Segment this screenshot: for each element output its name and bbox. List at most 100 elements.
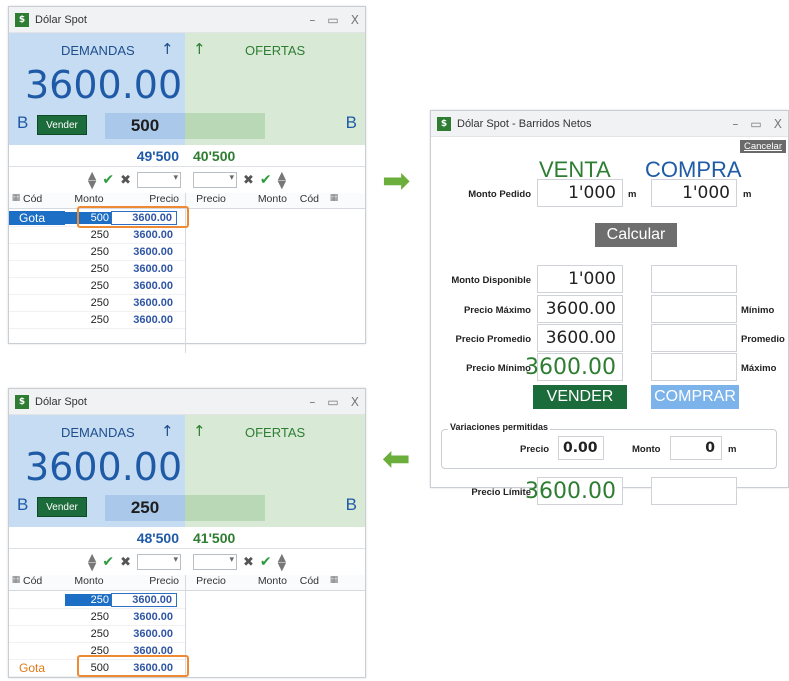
precio-var-input[interactable]: 0.00 [558,436,604,460]
precio-maximo-compra [651,353,737,381]
table-row[interactable]: 250 3600.00 [9,312,185,329]
last-price: 3600.00 [25,445,183,489]
col-cod-offer[interactable]: Cód [287,575,319,590]
col-precio-offer[interactable]: Precio [185,193,235,208]
close-icon[interactable]: X [351,395,359,409]
demand-filter-dropdown[interactable] [137,554,181,570]
monto-disponible-label: Monto Disponible [451,275,531,286]
order-book-window-bottom: $ Dólar Spot – ▭ X DEMANDAS ↑ 3600.00 B … [8,388,366,678]
title-bar[interactable]: $ Dólar Spot - Barridos Netos – ▭ X [431,111,788,137]
check-icon[interactable]: ✔ [102,172,114,188]
table-row[interactable]: 250 3600.00 [9,609,185,626]
precio-limite-venta[interactable]: 3600.00 [525,477,623,505]
check-icon[interactable]: ✔ [260,172,272,188]
col-cod-offer[interactable]: Cód [287,193,319,208]
precio-minimo-label: Precio Mínimo [466,363,531,374]
demand-filter-dropdown[interactable] [137,172,181,188]
calcular-button[interactable]: Calcular [595,223,677,247]
grid-icon[interactable]: ▦ [9,575,23,590]
offer-filter-dropdown[interactable] [193,554,237,570]
sort-icon[interactable]: ▲ ▼ [88,170,96,190]
title-bar[interactable]: $ Dólar Spot – ▭ X [9,389,365,415]
maximize-icon[interactable]: ▭ [327,13,338,27]
check-icon[interactable]: ✔ [102,554,114,570]
clear-icon[interactable]: ✖ [120,555,131,570]
table-row[interactable]: 250 3600.00 [9,626,185,643]
precio-maximo-label: Precio Máximo [463,305,531,316]
chart-app-icon: $ [437,116,451,131]
maximize-icon[interactable]: ▭ [327,395,338,409]
col-cod[interactable]: Cód [23,575,59,590]
offer-filter-dropdown[interactable] [193,172,237,188]
maximize-icon[interactable]: ▭ [750,117,761,131]
monto-pedido-label: Monto Pedido [468,189,531,200]
demandas-label: DEMANDAS [61,43,135,58]
minimize-icon[interactable]: – [732,117,738,131]
unit-label: m [728,444,737,455]
vender-button[interactable]: VENDER [533,385,627,409]
monto-disponible-compra [651,265,737,293]
col-precio-offer[interactable]: Precio [185,575,235,590]
table-row[interactable]: 250 3600.00 [9,244,185,261]
quantity-value[interactable]: 500 [105,113,185,139]
col-monto-offer[interactable]: Monto [235,575,287,590]
grid-icon[interactable]: ▦ [327,193,341,208]
promedio-label: Promedio [741,334,785,345]
table-row[interactable]: 250 3600.00 [9,592,185,609]
monto-var-input[interactable]: 0 [670,436,722,460]
minimize-icon[interactable]: – [309,395,315,409]
comprar-button[interactable]: COMPRAR [651,385,739,409]
sort-icon[interactable]: ▲ ▼ [88,552,96,572]
precio-var-label: Precio [520,444,550,455]
table-row[interactable]: 250 3600.00 [9,227,185,244]
bid-marker: B [17,495,29,514]
close-icon[interactable]: X [351,13,359,27]
total-demand: 49'500 [136,148,179,164]
vender-button[interactable]: Vender [37,497,87,517]
precio-limite-label: Precio Límite [471,487,531,498]
precio-limite-compra[interactable] [651,477,737,505]
monto-disponible-venta: 1'000 [537,265,623,293]
clear-icon[interactable]: ✖ [243,555,254,570]
last-price: 3600.00 [25,63,183,107]
minimize-icon[interactable]: – [309,13,315,27]
col-precio[interactable]: Precio [119,575,185,590]
bid-marker-right: B [345,113,357,132]
grid-icon[interactable]: ▦ [327,575,341,590]
table-row[interactable]: 250 3600.00 [9,261,185,278]
sort-icon[interactable]: ▲ ▼ [278,170,286,190]
unit-label: m [743,189,752,200]
close-icon[interactable]: X [774,117,782,131]
total-offer: 40'500 [193,148,236,164]
grid-icon[interactable]: ▦ [9,193,23,208]
dialog-title: Dólar Spot - Barridos Netos [457,117,592,130]
cancel-button[interactable]: Cancelar [739,140,786,153]
check-icon[interactable]: ✔ [260,554,272,570]
monto-pedido-venta-input[interactable]: 1'000 [537,179,623,207]
minimo-label: Mínimo [741,305,775,316]
arrow-up-icon: ↑ [161,422,174,440]
variaciones-group: Variaciones permitidas Precio 0.00 Monto… [441,422,777,469]
col-monto-offer[interactable]: Monto [235,193,287,208]
clear-icon[interactable]: ✖ [120,173,131,188]
title-bar[interactable]: $ Dólar Spot – ▭ X [9,7,365,33]
quantity-value[interactable]: 250 [105,495,185,521]
col-cod[interactable]: Cód [23,193,59,208]
quantity-box[interactable]: 250 [105,495,265,521]
precio-minimo-compra [651,295,737,323]
maximo-label: Máximo [741,363,777,374]
quantity-box[interactable]: 500 [105,113,265,139]
precio-minimo-venta: 3600.00 [525,353,623,381]
clear-icon[interactable]: ✖ [243,173,254,188]
window-title: Dólar Spot [35,13,87,26]
table-row[interactable]: 250 3600.00 [9,295,185,312]
barridos-netos-dialog: $ Dólar Spot - Barridos Netos – ▭ X Canc… [430,110,789,505]
precio-promedio-compra [651,324,737,352]
sort-icon[interactable]: ▲ ▼ [278,552,286,572]
col-monto[interactable]: Monto [59,575,119,590]
precio-promedio-venta: 3600.00 [537,324,623,352]
table-row[interactable]: 250 3600.00 [9,278,185,295]
monto-pedido-compra-input[interactable]: 1'000 [651,179,737,207]
vender-button[interactable]: Vender [37,115,87,135]
arrow-up-icon: ↑ [193,40,206,58]
